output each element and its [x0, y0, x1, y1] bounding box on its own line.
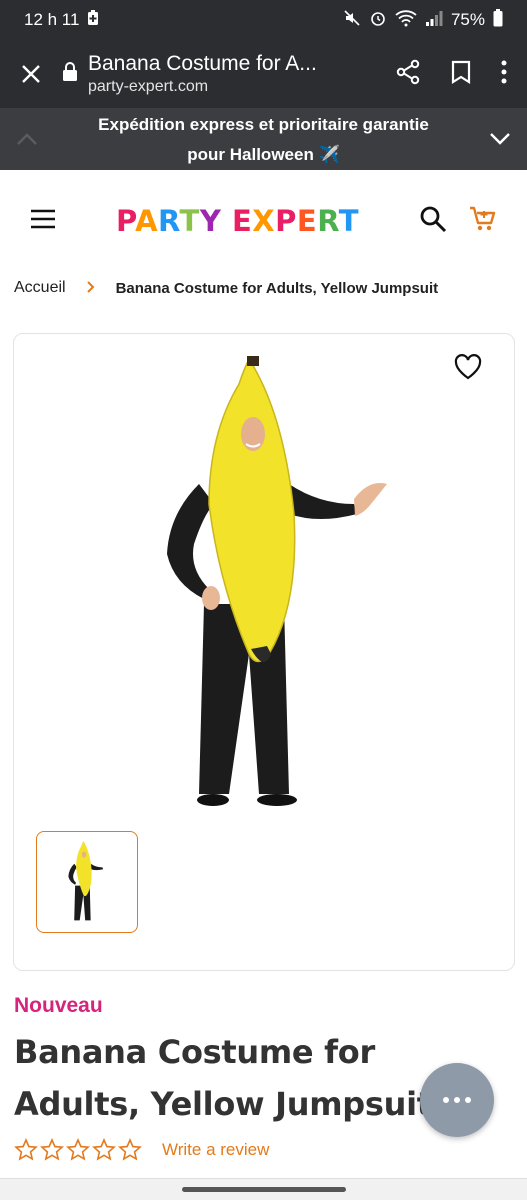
search-icon [420, 206, 447, 232]
star-icon [66, 1138, 90, 1161]
url-bar[interactable]: Banana Costume for A... party-expert.com [62, 52, 395, 96]
share-button[interactable] [395, 59, 421, 90]
star-icon [92, 1138, 116, 1161]
close-tab-button[interactable] [0, 64, 62, 84]
product-rating: Write a review [14, 1138, 269, 1162]
logo-letter: R [317, 204, 339, 238]
logo-letter: E [231, 204, 253, 238]
heart-icon [454, 354, 482, 380]
status-bar: 12 h 11 75% [0, 0, 527, 40]
star-icon [40, 1138, 64, 1161]
battery-saver-icon [87, 9, 99, 31]
chevron-up-icon [17, 133, 37, 145]
mute-icon [343, 9, 361, 32]
bookmark-button[interactable] [451, 60, 471, 89]
wifi-icon [395, 9, 417, 32]
logo-letter: T [338, 204, 360, 238]
breadcrumb-home-link[interactable]: Accueil [14, 279, 66, 297]
logo-letter: T [179, 204, 200, 238]
chat-icon [443, 1097, 471, 1103]
star-icon [14, 1138, 38, 1161]
logo-letter: P [275, 204, 297, 238]
browser-toolbar: Banana Costume for A... party-expert.com [0, 40, 527, 108]
product-gallery [13, 333, 515, 971]
battery-percent: 75% [450, 10, 485, 29]
logo-letter: A [135, 204, 159, 238]
tab-title: Banana Costume for A... [88, 52, 317, 75]
cart-button[interactable] [469, 205, 497, 238]
star-icon [118, 1138, 142, 1161]
bookmark-icon [451, 60, 471, 84]
write-review-link[interactable]: Write a review [162, 1140, 269, 1160]
hamburger-menu-icon [31, 209, 55, 228]
site-header: PARTY EXPERT [0, 170, 527, 272]
banner-next-button[interactable] [489, 126, 511, 156]
product-main-image[interactable] [149, 354, 389, 819]
banner-prev-button[interactable] [16, 126, 38, 156]
promo-banner: Expédition express et prioritaire garant… [0, 108, 527, 170]
search-button[interactable] [419, 205, 447, 238]
banner-line-2: pour Halloween ✈️ [187, 145, 340, 164]
chevron-right-icon [86, 278, 96, 299]
battery-icon [493, 8, 503, 32]
more-vertical-icon [501, 60, 507, 83]
home-gesture-handle[interactable] [181, 1187, 346, 1192]
page-domain: party-expert.com [88, 78, 209, 95]
alarm-icon [369, 9, 387, 32]
logo-letter: R [158, 204, 180, 238]
banner-line-1: Expédition express et prioritaire garant… [98, 115, 429, 134]
party-expert-logo[interactable]: PARTY EXPERT [116, 204, 359, 238]
logo-letter: P [115, 204, 136, 238]
system-nav-bar [0, 1178, 527, 1200]
status-time: 12 h 11 [24, 10, 80, 29]
new-badge: Nouveau [14, 994, 103, 1017]
breadcrumb-current: Banana Costume for Adults, Yellow Jumpsu… [115, 279, 439, 297]
cart-icon [470, 206, 496, 230]
wishlist-button[interactable] [454, 354, 482, 385]
signal-icon [425, 9, 443, 32]
menu-button[interactable] [30, 209, 56, 234]
chat-button[interactable] [420, 1063, 494, 1137]
star-rating[interactable] [14, 1138, 142, 1162]
logo-letter [221, 204, 232, 238]
product-thumbnail[interactable] [36, 831, 138, 933]
share-icon [396, 59, 420, 84]
close-icon [22, 65, 40, 83]
logo-letter: Y [199, 204, 222, 238]
logo-letter: E [296, 204, 318, 238]
logo-letter: X [252, 204, 276, 238]
more-options-button[interactable] [501, 60, 507, 89]
lock-icon [62, 61, 78, 87]
breadcrumb: Accueil Banana Costume for Adults, Yello… [14, 276, 438, 300]
chevron-down-icon [490, 133, 510, 145]
